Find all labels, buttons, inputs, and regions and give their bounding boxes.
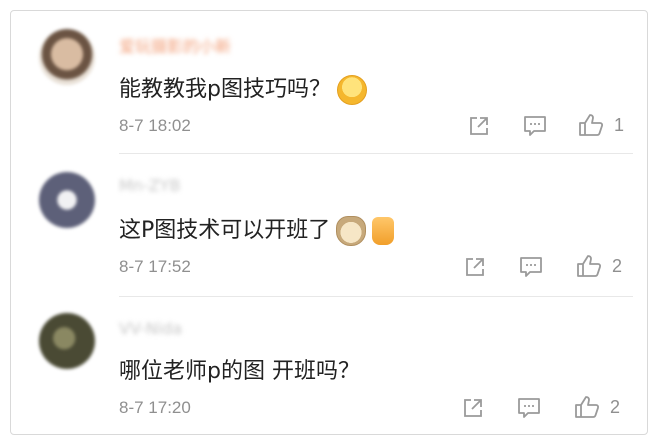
share-icon [470, 117, 488, 135]
like-count: 2 [610, 397, 621, 417]
comment-button[interactable] [516, 395, 542, 421]
avatar[interactable] [39, 29, 95, 85]
share-button[interactable] [462, 254, 488, 280]
share-button[interactable] [466, 113, 492, 139]
like-button[interactable] [576, 253, 602, 279]
thumbs-up-icon [575, 396, 600, 418]
cat-face-icon [336, 216, 367, 246]
like-button[interactable] [574, 394, 600, 420]
like-button[interactable] [578, 112, 604, 138]
comment-button[interactable] [522, 113, 548, 139]
share-icon [466, 258, 484, 276]
username[interactable]: 爱玩摄影的小新 [119, 33, 231, 57]
comment-list: 爱玩摄影的小新 能教教我p图技巧吗？ 8-7 18:02 1 Mn-ZYB 这P… [10, 10, 648, 435]
comment-text-content: 哪位老师p的图 开班吗？ [119, 359, 360, 384]
comment-icon [524, 116, 546, 136]
comment-item: 爱玩摄影的小新 能教教我p图技巧吗？ 8-7 18:02 1 [11, 11, 647, 153]
comment-text: 哪位老师p的图 开班吗？ [119, 353, 360, 385]
timestamp: 8-7 17:52 [119, 257, 191, 276]
comment-text-content: 这P图技术可以开班了 [119, 218, 331, 243]
comment-text-content: 能教教我p图技巧吗？ [119, 77, 331, 102]
comment-icon [518, 398, 540, 418]
comment-text: 这P图技术可以开班了 [119, 212, 395, 246]
comment-text: 能教教我p图技巧吗？ [119, 71, 367, 105]
comment-button[interactable] [518, 254, 544, 280]
comment-item: VV-Nida 哪位老师p的图 开班吗？ 8-7 17:20 2 [11, 297, 647, 434]
laughing-crying-icon [336, 75, 367, 105]
share-button[interactable] [460, 395, 486, 421]
avatar[interactable] [39, 313, 95, 369]
share-icon [464, 399, 482, 417]
username[interactable]: Mn-ZYB [119, 176, 180, 195]
comment-icon [520, 257, 542, 277]
like-count: 2 [612, 256, 623, 276]
timestamp: 8-7 18:02 [119, 116, 191, 135]
like-count: 1 [614, 115, 625, 135]
avatar[interactable] [39, 172, 95, 228]
thumbs-up-emoji-icon [372, 217, 395, 245]
thumbs-up-icon [577, 255, 602, 277]
timestamp: 8-7 17:20 [119, 398, 191, 417]
comment-item: Mn-ZYB 这P图技术可以开班了 8-7 17:52 2 [11, 154, 647, 296]
username[interactable]: VV-Nida [119, 319, 182, 338]
thumbs-up-icon [579, 114, 604, 136]
